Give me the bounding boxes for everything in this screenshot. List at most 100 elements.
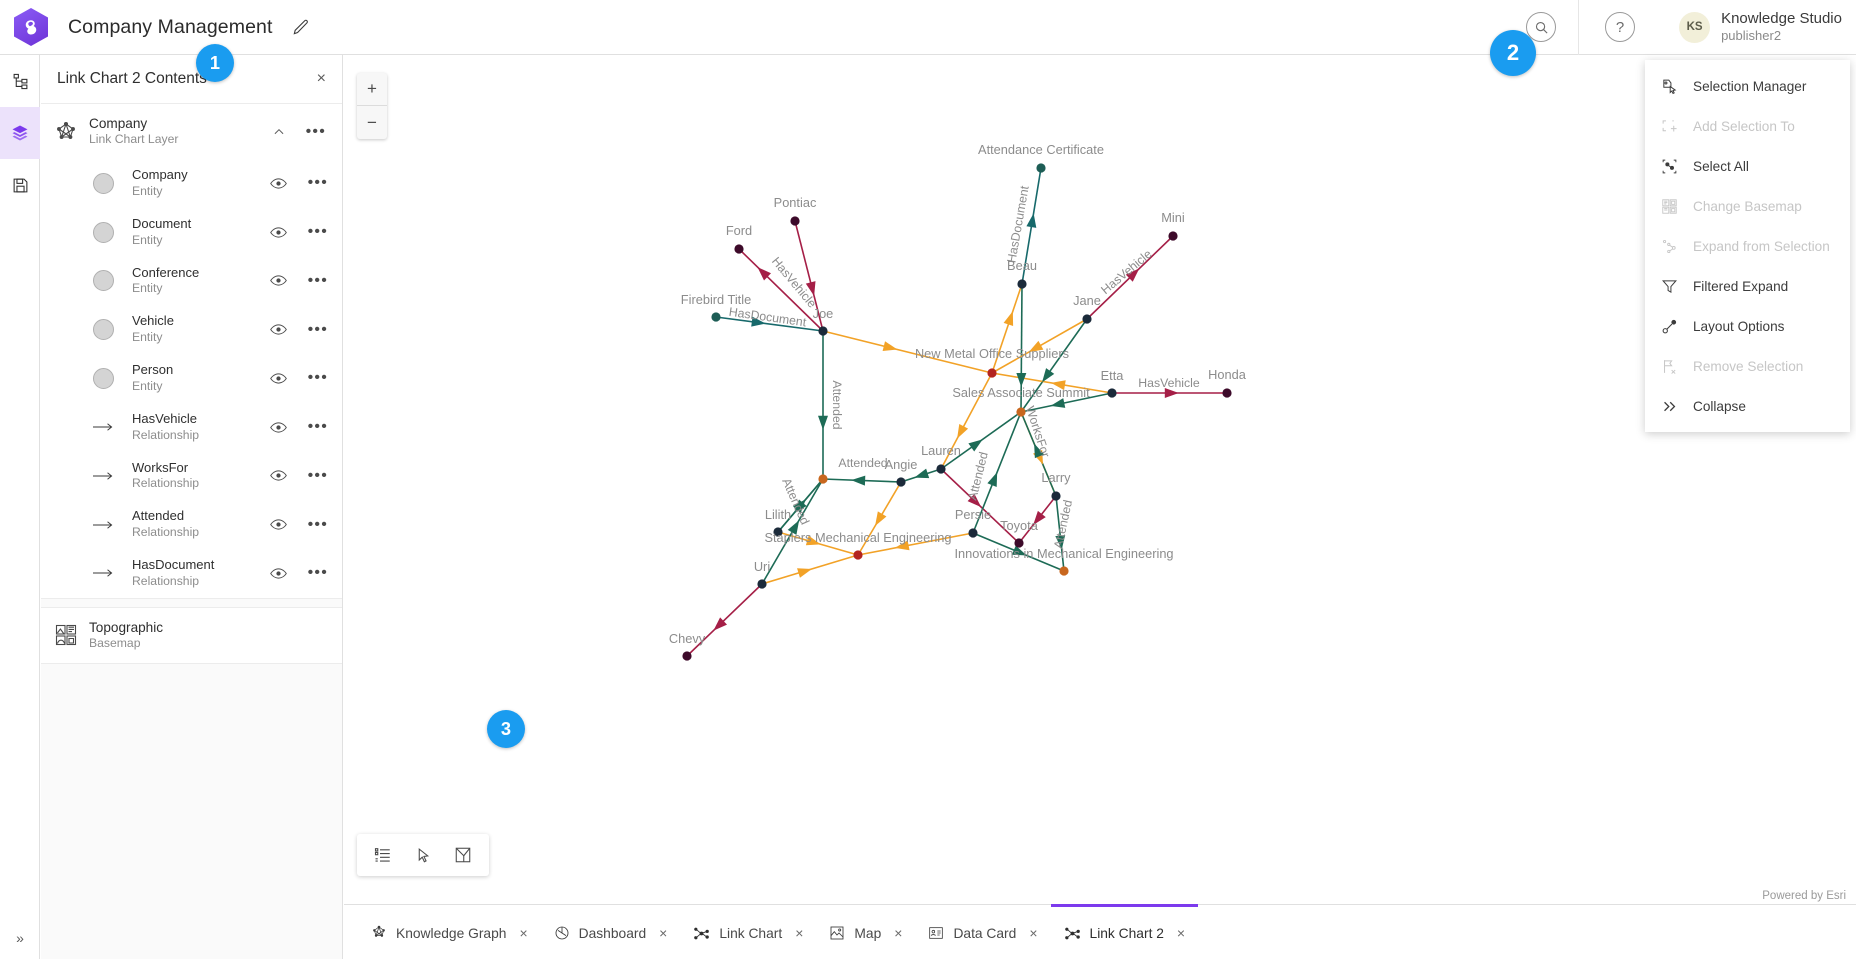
graph-node-label: Joe (813, 306, 834, 321)
context-menu-item-select-all[interactable]: Select All (1645, 146, 1850, 186)
visibility-eye-icon[interactable] (269, 372, 287, 385)
link-chart-graph[interactable]: Attendance CertificatePontiacMiniFordBea… (344, 55, 1856, 904)
graph-node-labels: Attendance CertificatePontiacMiniFordBea… (669, 142, 1247, 646)
graph-node[interactable] (1051, 491, 1061, 501)
symbol-options-button[interactable]: ••• (308, 564, 328, 582)
symbol-row[interactable]: WorksFor Relationship ••• (41, 451, 342, 501)
tab-close-icon[interactable]: × (795, 925, 803, 941)
pencil-icon[interactable] (291, 17, 311, 37)
symbol-row[interactable]: HasDocument Relationship ••• (41, 549, 342, 598)
tab-data-card[interactable]: Data Card × (915, 904, 1050, 959)
symbol-row[interactable]: Person Entity ••• (41, 354, 342, 403)
context-menu-item-remove-selection: Remove Selection (1645, 346, 1850, 386)
tab-link-chart-2[interactable]: Link Chart 2 × (1050, 904, 1199, 959)
symbol-swatch-arrow (93, 567, 114, 579)
visibility-eye-icon[interactable] (269, 274, 287, 287)
context-menu-item-filtered-expand[interactable]: Filtered Expand (1645, 266, 1850, 306)
graph-node[interactable] (790, 216, 800, 226)
cursor-icon[interactable] (403, 835, 443, 875)
symbol-row[interactable]: HasVehicle Relationship ••• (41, 402, 342, 452)
tab-map[interactable]: Map × (816, 904, 915, 959)
symbol-row[interactable]: Document Entity ••• (41, 207, 342, 257)
graph-node-label: Ford (726, 223, 752, 238)
symbol-options-button[interactable]: ••• (308, 272, 328, 290)
symbol-options-button[interactable]: ••• (308, 467, 328, 485)
tab-dashboard[interactable]: Dashboard × (541, 904, 681, 959)
list-icon[interactable] (363, 835, 403, 875)
symbol-type: Entity (132, 330, 163, 345)
graph-nodes[interactable] (682, 163, 1232, 661)
save-icon[interactable] (0, 159, 40, 211)
zoom-out-button[interactable]: − (357, 106, 387, 139)
tab-close-icon[interactable]: × (659, 925, 667, 941)
graph-node[interactable] (711, 312, 721, 322)
select-box-icon[interactable] (443, 835, 483, 875)
graph-node[interactable] (896, 477, 906, 487)
tab-close-icon[interactable]: × (894, 925, 902, 941)
tab-link-chart[interactable]: Link Chart × (680, 904, 816, 959)
symbol-row[interactable]: Attended Relationship ••• (41, 500, 342, 549)
zoom-in-button[interactable]: + (357, 73, 387, 106)
context-menu-item-collapse[interactable]: Collapse (1645, 386, 1850, 426)
visibility-eye-icon[interactable] (269, 469, 287, 482)
visibility-eye-icon[interactable] (269, 226, 287, 239)
link-chart-layer-icon (54, 120, 80, 144)
tab-close-icon[interactable]: × (1029, 925, 1037, 941)
user-info[interactable]: Knowledge Studio publisher2 (1721, 10, 1842, 43)
symbol-row[interactable]: Conference Entity ••• (41, 256, 342, 306)
basemap-row[interactable]: Topographic Basemap (41, 607, 342, 663)
help-icon[interactable]: ? (1605, 12, 1636, 42)
symbol-options-button[interactable]: ••• (308, 223, 328, 241)
graph-node[interactable] (1036, 163, 1046, 173)
graph-node[interactable] (757, 579, 767, 589)
symbol-options-button[interactable]: ••• (308, 418, 328, 436)
graph-node[interactable] (818, 326, 828, 336)
graph-node[interactable] (1222, 388, 1232, 398)
tab-close-icon[interactable]: × (519, 925, 527, 941)
graph-node[interactable] (1059, 566, 1069, 576)
graph-node[interactable] (968, 528, 978, 538)
visibility-eye-icon[interactable] (269, 177, 287, 190)
basemap-name: Topographic (89, 619, 164, 635)
symbol-options-button[interactable]: ••• (308, 174, 328, 192)
tab-close-icon[interactable]: × (1177, 925, 1185, 941)
graph-node[interactable] (1017, 279, 1027, 289)
graph-node[interactable] (1168, 231, 1178, 241)
symbol-row[interactable]: Company Entity ••• (41, 159, 342, 208)
graph-edge-arrow (1003, 311, 1014, 327)
context-menu-item-selection-manager[interactable]: Selection Manager (1645, 66, 1850, 106)
graph-node[interactable] (1082, 314, 1092, 324)
visibility-eye-icon[interactable] (269, 567, 287, 580)
graph-node[interactable] (1107, 388, 1117, 398)
close-icon[interactable]: × (317, 71, 326, 87)
symbol-options-button[interactable]: ••• (308, 516, 328, 534)
graph-node[interactable] (734, 244, 744, 254)
graph-node[interactable] (936, 464, 946, 474)
graph-edge-label: Attended (838, 456, 887, 470)
graph-node-label: Mini (1161, 210, 1184, 225)
symbol-options-button[interactable]: ••• (308, 321, 328, 339)
visibility-eye-icon[interactable] (269, 518, 287, 531)
link-chart-layer-row[interactable]: Company Link Chart Layer ••• (41, 104, 342, 159)
layers-icon[interactable] (0, 107, 40, 159)
graph-node[interactable] (987, 368, 997, 378)
layer-options-button[interactable]: ••• (306, 123, 326, 141)
hierarchy-icon[interactable] (0, 55, 40, 107)
graph-node-label: Sales Associate Summit (952, 385, 1090, 400)
symbol-options-button[interactable]: ••• (308, 369, 328, 387)
avatar[interactable]: KS (1679, 11, 1711, 43)
expand-rail-button[interactable]: » (0, 921, 40, 955)
graph-node[interactable] (853, 550, 863, 560)
context-menu-item-layout-options[interactable]: Layout Options (1645, 306, 1850, 346)
tab-knowledge-graph[interactable]: Knowledge Graph × (358, 904, 541, 959)
visibility-eye-icon[interactable] (269, 323, 287, 336)
app-logo-icon[interactable] (14, 8, 48, 46)
link-chart-canvas[interactable]: + − Attendance Certificate Pontiac Mini For… (344, 55, 1856, 904)
visibility-eye-icon[interactable] (269, 421, 287, 434)
basemap-icon (54, 623, 80, 647)
graph-node[interactable] (682, 651, 692, 661)
chevron-up-icon[interactable] (272, 125, 286, 139)
tab-label: Map (854, 925, 882, 941)
graph-node[interactable] (818, 474, 828, 484)
symbol-row[interactable]: Vehicle Entity ••• (41, 305, 342, 354)
